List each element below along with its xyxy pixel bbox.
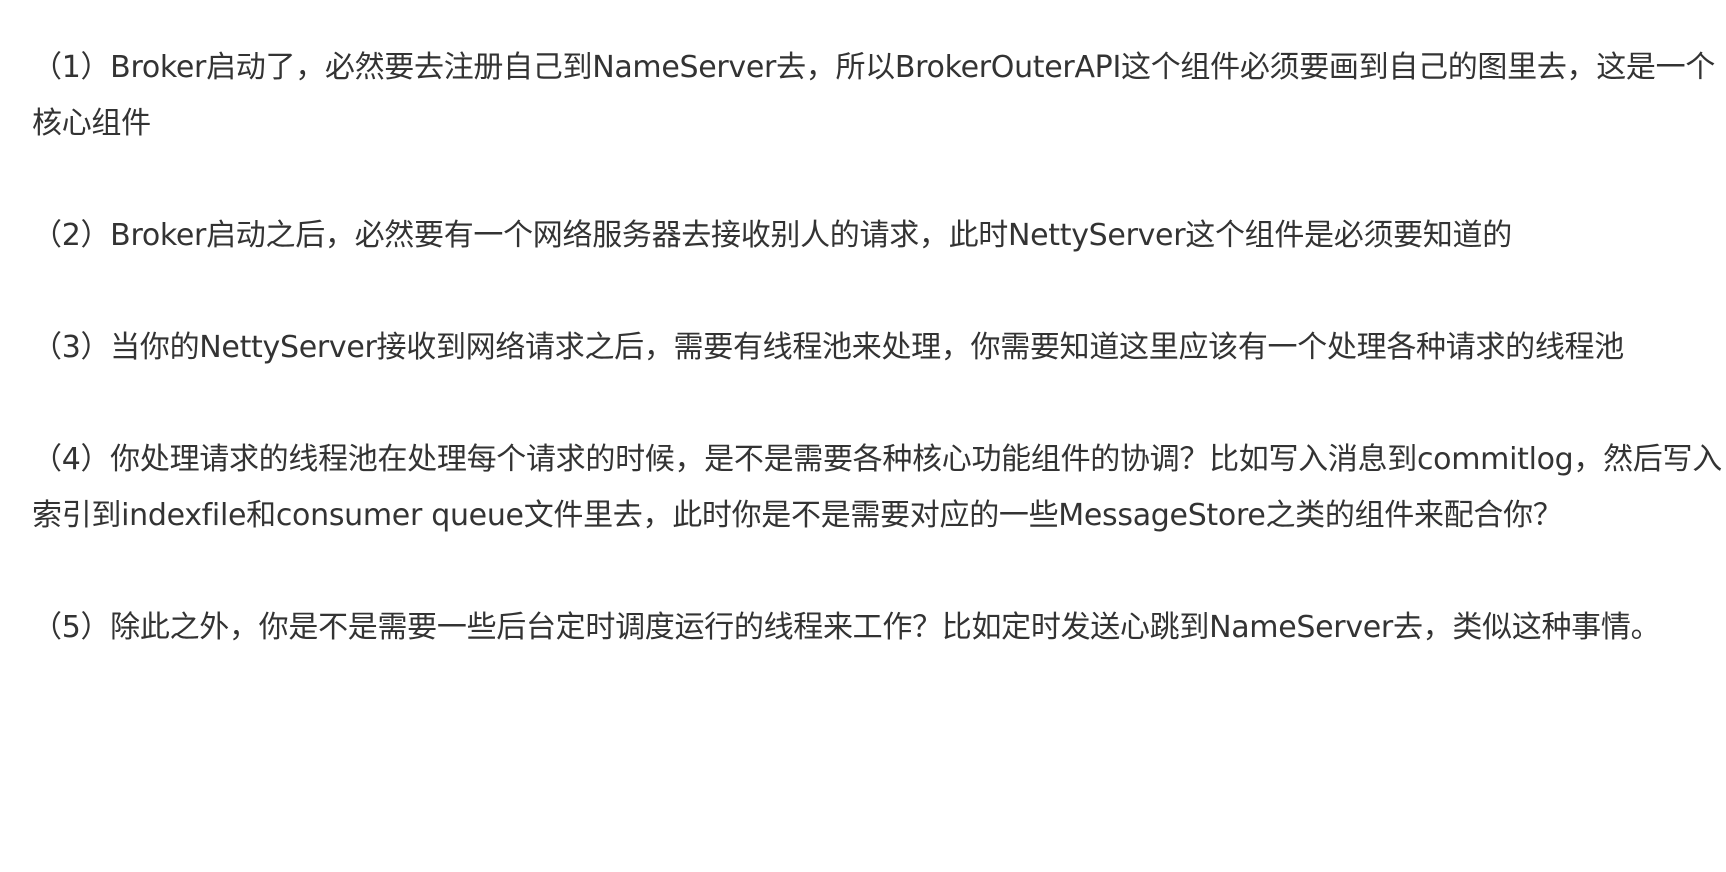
paragraph-4: （4）你处理请求的线程池在处理每个请求的时候，是不是需要各种核心功能组件的协调？…: [32, 442, 1722, 533]
article-body: （1）Broker启动了，必然要去注册自己到NameServer去，所以Brok…: [32, 40, 1722, 656]
paragraph-5: （5）除此之外，你是不是需要一些后台定时调度运行的线程来工作？比如定时发送心跳到…: [32, 610, 1661, 645]
paragraph-3: （3）当你的NettyServer接收到网络请求之后，需要有线程池来处理，你需要…: [32, 330, 1624, 365]
paragraph-1: （1）Broker启动了，必然要去注册自己到NameServer去，所以Brok…: [32, 50, 1716, 141]
paragraph-2: （2）Broker启动之后，必然要有一个网络服务器去接收别人的请求，此时Nett…: [32, 218, 1512, 253]
